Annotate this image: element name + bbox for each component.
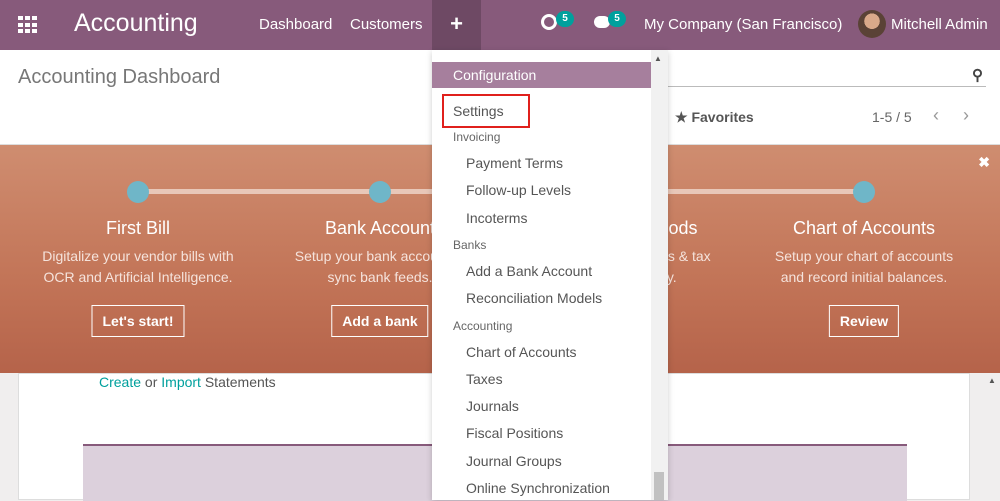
- step-dot: [853, 181, 875, 203]
- import-link[interactable]: Import: [161, 374, 201, 390]
- top-navbar: Accounting Dashboard Customers + 5 5 My …: [0, 0, 1000, 50]
- scroll-up-icon[interactable]: ▲: [654, 54, 662, 63]
- step-description: Digitalize your vendor bills with OCR an…: [42, 248, 234, 285]
- favorites-button[interactable]: ★ Favorites: [675, 109, 754, 126]
- step-description: Setup your chart of accounts and record …: [774, 248, 954, 285]
- dropdown-header: Configuration: [432, 62, 651, 88]
- activity-badge: 5: [556, 11, 574, 27]
- chevron-left-icon[interactable]: ‹: [933, 105, 939, 126]
- apps-menu-icon[interactable]: [18, 16, 38, 34]
- section-label: Banks: [453, 237, 487, 252]
- scrollbar-thumb[interactable]: [654, 472, 664, 500]
- scroll-up-icon[interactable]: ▲: [988, 376, 996, 385]
- menu-item-chart-of-accounts[interactable]: Chart of Accounts: [466, 344, 577, 360]
- menu-item-taxes[interactable]: Taxes: [466, 371, 503, 387]
- clock-icon[interactable]: [541, 14, 557, 30]
- create-link[interactable]: Create: [99, 374, 141, 390]
- add-bank-button[interactable]: Add a bank: [331, 305, 429, 337]
- app-title: Accounting: [74, 9, 198, 37]
- dropdown-scrollbar[interactable]: [651, 50, 668, 500]
- review-button[interactable]: Review: [828, 305, 900, 337]
- chevron-right-icon[interactable]: ›: [963, 105, 969, 126]
- menu-item-online-synchronization[interactable]: Online Synchronization: [466, 480, 610, 496]
- avatar[interactable]: [858, 10, 886, 38]
- menu-item-payment-terms[interactable]: Payment Terms: [466, 155, 563, 171]
- lets-start-button[interactable]: Let's start!: [91, 305, 185, 337]
- company-switcher[interactable]: My Company (San Francisco): [644, 16, 842, 33]
- menu-item-incoterms[interactable]: Incoterms: [466, 210, 527, 226]
- search-icon[interactable]: ⚲: [972, 66, 983, 84]
- menu-item-fiscal-positions[interactable]: Fiscal Positions: [466, 425, 563, 441]
- step-dot: [127, 181, 149, 203]
- menu-customers[interactable]: Customers: [350, 16, 423, 33]
- star-icon: ★: [675, 109, 692, 125]
- section-label: Invoicing: [453, 130, 501, 144]
- user-menu[interactable]: Mitchell Admin: [891, 16, 988, 33]
- message-badge: 5: [608, 11, 626, 27]
- menu-item-settings[interactable]: Settings: [453, 103, 504, 119]
- menu-item-add-a-bank-account[interactable]: Add a Bank Account: [466, 263, 592, 279]
- section-label: Accounting: [453, 318, 513, 333]
- step-title: Chart of Accounts: [792, 218, 936, 238]
- menu-item-follow-up-levels[interactable]: Follow-up Levels: [466, 182, 571, 198]
- menu-item-reconciliation-models[interactable]: Reconciliation Models: [466, 290, 602, 306]
- plus-icon[interactable]: +: [432, 0, 481, 50]
- menu-item-journals[interactable]: Journals: [466, 398, 519, 414]
- statements-text: Create or Import Statements: [99, 374, 276, 390]
- page-title: Accounting Dashboard: [18, 66, 221, 88]
- menu-item-journal-groups[interactable]: Journal Groups: [466, 453, 562, 469]
- search-input[interactable]: [668, 86, 986, 87]
- close-icon[interactable]: ✖: [978, 154, 990, 171]
- pager: 1-5 / 5: [872, 109, 912, 125]
- step-dot: [369, 181, 391, 203]
- menu-dashboard[interactable]: Dashboard: [259, 16, 332, 33]
- configuration-dropdown: Configuration Settings Invoicing Payment …: [432, 50, 668, 500]
- step-title: First Bill: [106, 218, 170, 238]
